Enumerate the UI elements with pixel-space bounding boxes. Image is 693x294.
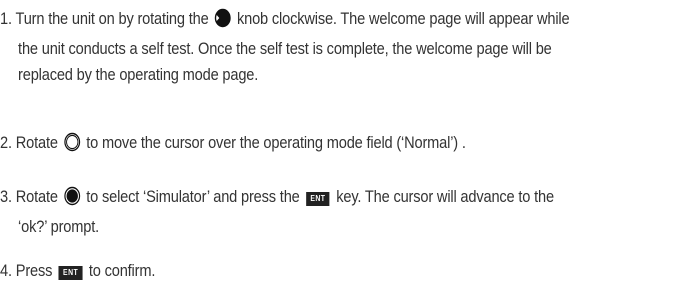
step-4-line-1: 4. Press ENT to confirm. [0,258,155,284]
step-3-text-c: key. The cursor will advance to the [336,187,554,206]
step-1-line-1: 1. Turn the unit on by rotating the knob… [0,6,570,36]
step-3-text-a: Rotate [15,187,58,206]
filled-knob-icon [63,186,80,214]
step-1-text-a: Turn the unit on by rotating the [15,9,209,28]
outline-knob-icon [63,132,80,160]
step-1-line-3: replaced by the operating mode page. [18,65,259,84]
step-2-text-a: Rotate [15,133,58,152]
ent-key-icon: ENT [306,192,330,206]
step-2-number: 2. [0,133,12,152]
half-filled-knob-icon [214,8,231,36]
step-2-text-b: to move the cursor over the operating mo… [86,133,466,152]
instruction-page: 1. Turn the unit on by rotating the knob… [0,0,693,294]
step-3-number: 3. [0,187,12,206]
step-1-text-b: knob clockwise. The welcome page will ap… [236,9,570,28]
step-1-line-2: the unit conducts a self test. Once the … [18,39,552,58]
step-4-number: 4. [0,261,12,280]
step-2: 2. Rotate to move the cursor over the op… [0,130,466,160]
step-1: 1. Turn the unit on by rotating the knob… [0,6,570,88]
step-3-text-b: to select ‘Simulator’ and press the [86,187,300,206]
step-3-line-1: 3. Rotate to select ‘Simulator’ and pres… [0,184,554,214]
ent-key-icon: ENT [58,266,83,280]
step-4-text-b: to confirm. [88,261,156,280]
step-3-line-2: ‘ok?’ prompt. [18,217,99,236]
step-4: 4. Press ENT to confirm. [0,258,155,284]
step-2-line-1: 2. Rotate to move the cursor over the op… [0,130,466,160]
step-4-text-a: Press [15,261,53,280]
step-3: 3. Rotate to select ‘Simulator’ and pres… [0,184,554,240]
step-1-number: 1. [0,9,12,28]
